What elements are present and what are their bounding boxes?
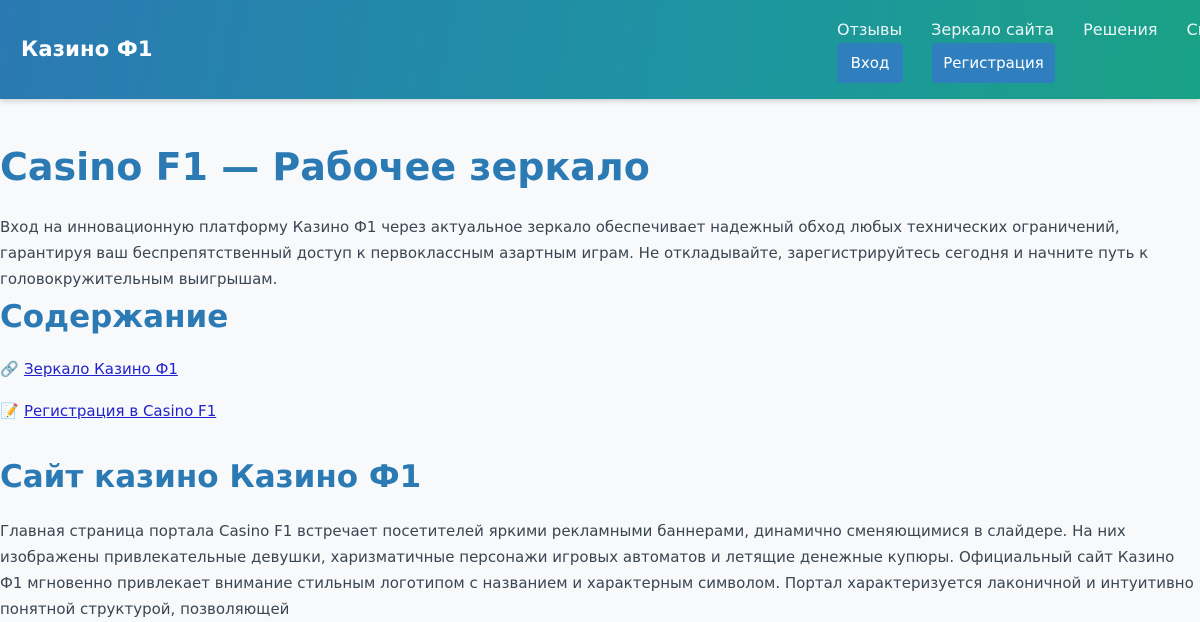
site-logo[interactable]: Казино Ф1 [21,37,153,61]
toc-link-registration[interactable]: Регистрация в Casino F1 [24,402,216,420]
nav-link-contact[interactable]: Связаться [1187,20,1200,39]
nav-link-mirror[interactable]: Зеркало сайта [931,20,1054,39]
memo-icon: 📝 [0,402,19,420]
nav-link-solutions[interactable]: Решения [1083,20,1157,39]
section-paragraph: Главная страница портала Casino F1 встре… [0,522,1194,618]
toc-heading: Содержание [0,299,229,335]
toc-item-mirror: 🔗 Зеркало Казино Ф1 [0,360,178,378]
site-header: Казино Ф1 Отзывы Зеркало сайта Решения С… [0,0,1200,99]
intro-paragraph: Вход на инновационную платформу Казино Ф… [0,218,1149,288]
section-heading: Сайт казино Казино Ф1 [0,459,422,495]
nav-link-reviews[interactable]: Отзывы [837,20,902,39]
toc-item-registration: 📝 Регистрация в Casino F1 [0,402,216,420]
register-button[interactable]: Регистрация [932,43,1055,83]
top-nav: Отзывы Зеркало сайта Решения Связаться [837,20,1200,39]
page-title: Casino F1 — Рабочее зеркало [0,145,650,189]
link-icon: 🔗 [0,360,19,378]
toc-link-mirror[interactable]: Зеркало Казино Ф1 [24,360,178,378]
login-button[interactable]: Вход [837,43,903,83]
